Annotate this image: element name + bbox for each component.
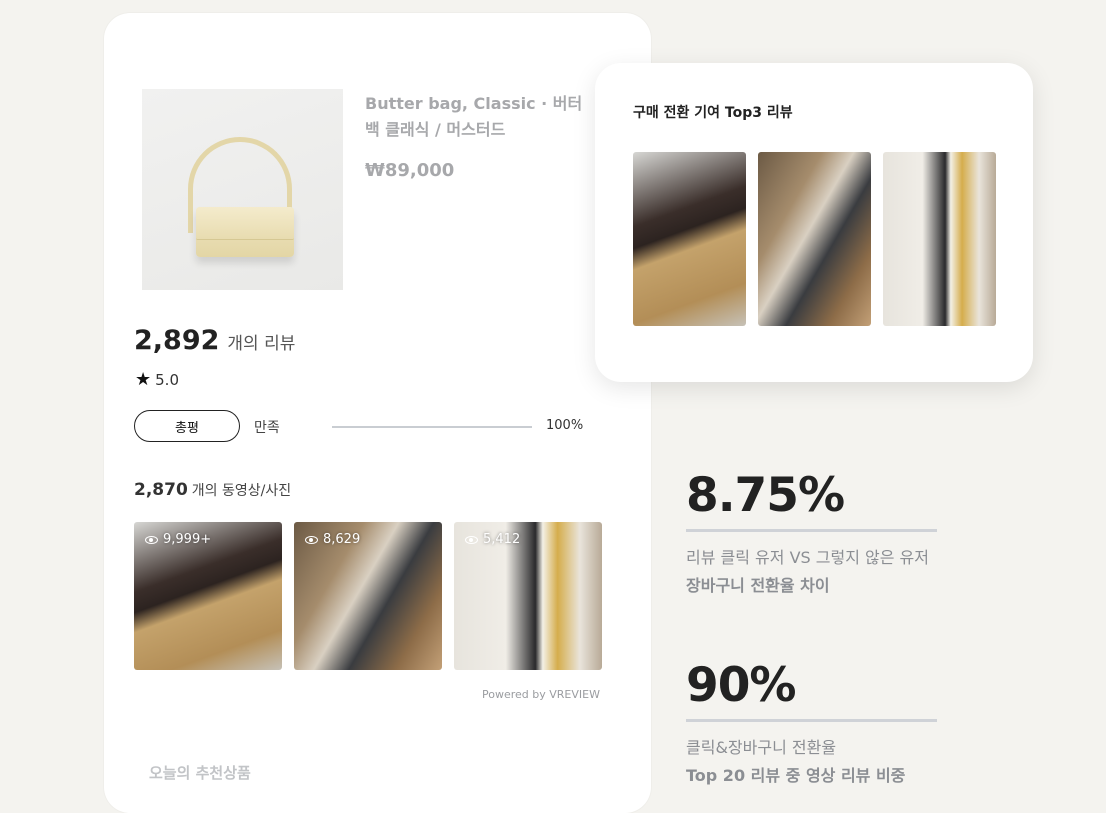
stat-conversion-difference: 8.75% 리뷰 클릭 유저 VS 그렇지 않은 유저 장바구니 전환율 차이 — [686, 468, 937, 596]
top3-thumbnail[interactable] — [883, 152, 996, 326]
stat-description-bold: Top 20 리뷰 중 영상 리뷰 비중 — [686, 766, 906, 785]
review-count-label: 개의 리뷰 — [227, 334, 296, 354]
stat-description-bold: 장바구니 전환율 차이 — [686, 576, 830, 595]
product-review-widget: Butter bag, Classic · 버터백 클래식 / 머스터드 ₩89… — [104, 13, 651, 813]
view-count-value: 9,999+ — [163, 532, 212, 547]
view-count: 9,999+ — [145, 532, 211, 547]
rating: ★ 5.0 — [135, 369, 179, 390]
satisfaction-bar-fill — [332, 426, 532, 428]
rating-value: 5.0 — [155, 371, 179, 389]
stat-value: 8.75% — [686, 468, 845, 523]
view-count: 8,629 — [305, 532, 360, 547]
review-count: 2,892 개의 리뷰 — [134, 325, 295, 356]
media-thumbnails: 9,999+ 8,629 5,412 — [134, 522, 602, 670]
top3-thumbnails — [633, 152, 996, 326]
eye-icon — [465, 535, 478, 544]
view-count-value: 5,412 — [483, 532, 521, 547]
stat-value: 90% — [686, 658, 797, 713]
top3-thumbnail[interactable] — [633, 152, 746, 326]
summary-filter-button[interactable]: 총평 — [134, 410, 240, 442]
view-count: 5,412 — [465, 532, 520, 547]
stat-description: 리뷰 클릭 유저 VS 그렇지 않은 유저 — [686, 548, 929, 567]
product-name[interactable]: Butter bag, Classic · 버터백 클래식 / 머스터드 — [365, 91, 595, 143]
top3-thumbnail[interactable] — [758, 152, 871, 326]
satisfaction-label: 만족 — [254, 420, 280, 436]
media-thumbnail[interactable]: 8,629 — [294, 522, 442, 670]
stat-divider — [686, 529, 937, 532]
media-count: 2,870 개의 동영상/사진 — [134, 480, 291, 500]
recommend-section-title: 오늘의 추천상품 — [149, 764, 251, 782]
review-count-number: 2,892 — [134, 325, 220, 356]
eye-icon — [145, 535, 158, 544]
eye-icon — [305, 535, 318, 544]
bag-flap-shape — [196, 207, 294, 240]
product-price: ₩89,000 — [365, 160, 455, 181]
top3-review-card: 구매 전환 기여 Top3 리뷰 — [595, 63, 1033, 382]
media-count-label: 개의 동영상/사진 — [191, 483, 292, 499]
media-thumbnail[interactable]: 9,999+ — [134, 522, 282, 670]
top3-title: 구매 전환 기여 Top3 리뷰 — [633, 105, 793, 121]
powered-by-label[interactable]: Powered by VREVIEW — [482, 688, 600, 701]
satisfaction-bar — [332, 426, 532, 428]
stat-divider — [686, 719, 937, 722]
view-count-value: 8,629 — [323, 532, 361, 547]
product-image[interactable] — [142, 89, 343, 290]
media-count-number: 2,870 — [134, 480, 188, 500]
satisfaction-percent: 100% — [546, 418, 584, 433]
stat-description: 클릭&장바구니 전환율 — [686, 738, 837, 757]
stat-video-share: 90% 클릭&장바구니 전환율 Top 20 리뷰 중 영상 리뷰 비중 — [686, 658, 937, 786]
star-icon: ★ — [135, 369, 152, 390]
media-thumbnail[interactable]: 5,412 — [454, 522, 602, 670]
